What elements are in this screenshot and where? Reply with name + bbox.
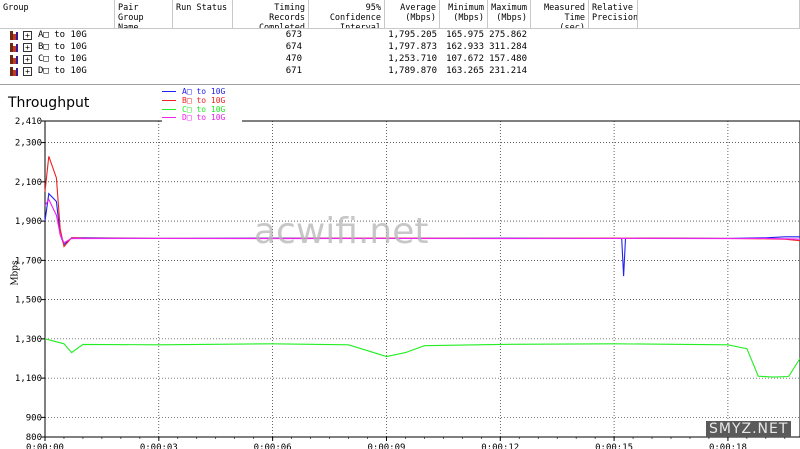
expand-icon[interactable]: +: [23, 55, 32, 64]
legend-swatch: [162, 99, 176, 101]
chart-legend: A□ to 10G B□ to 10G C□ to 10G D□ to 10G: [162, 86, 242, 122]
y-tick-label: 900: [26, 413, 42, 423]
group-name: D□ to 10G: [38, 66, 87, 76]
column-header[interactable]: Minimum (Mbps): [440, 0, 488, 29]
x-tick-label: 0:00:18: [709, 443, 747, 449]
column-header[interactable]: Run Status: [173, 0, 233, 29]
legend-item: C□ to 10G: [162, 105, 242, 114]
plot-area: [44, 120, 800, 438]
y-tick-label: 800: [26, 433, 42, 443]
legend-label: A□ to 10G: [182, 87, 226, 96]
legend-label: C□ to 10G: [182, 104, 226, 114]
column-header[interactable]: Relative Precision: [589, 0, 638, 29]
legend-item: B□ to 10G: [162, 96, 242, 105]
pair-group-icon: [10, 31, 18, 40]
maximum-value: 275.862: [489, 30, 527, 40]
legend-label: B□ to 10G: [182, 95, 226, 105]
y-tick-label: 2,410: [15, 117, 42, 127]
minimum-value: 163.265: [446, 66, 484, 76]
column-header[interactable]: Pair Group Name: [115, 0, 173, 29]
table-row[interactable]: + A□ to 10G 673 1,795.205 165.975 275.862: [0, 30, 800, 41]
x-tick-label: 0:00:12: [481, 443, 519, 449]
pair-group-icon: [10, 67, 18, 76]
x-tick-label: 0:00:06: [254, 443, 292, 449]
pair-group-icon: [10, 55, 18, 64]
y-tick-label: 1,900: [15, 217, 42, 227]
group-name: A□ to 10G: [38, 30, 87, 40]
x-tick-label: 0:00:09: [367, 443, 405, 449]
y-tick-label: 2,100: [15, 178, 42, 188]
legend-label: D□ to 10G: [182, 113, 226, 123]
y-tick-label: 1,500: [15, 296, 42, 306]
watermark-acwifi: acwifi.net: [254, 211, 429, 252]
average-value: 1,797.873: [388, 42, 437, 52]
throughput-chart: 8009001,1001,3001,5001,7001,9002,1002,30…: [15, 117, 800, 449]
results-table: Group Pair Group Name Run Status Timing Rec…: [0, 0, 800, 85]
minimum-value: 107.672: [446, 54, 484, 64]
header-filler: [638, 0, 800, 29]
watermark-smyz: SMYZ.NET: [706, 421, 792, 437]
maximum-value: 157.480: [489, 54, 527, 64]
average-value: 1,789.870: [388, 66, 437, 76]
minimum-value: 162.933: [446, 42, 484, 52]
y-tick-label: 2,300: [15, 139, 42, 149]
column-header[interactable]: Group: [0, 0, 115, 29]
minimum-value: 165.975: [446, 30, 484, 40]
table-row[interactable]: + B□ to 10G 674 1,797.873 162.933 311.284: [0, 42, 800, 53]
expand-icon[interactable]: +: [23, 43, 32, 52]
average-value: 1,253.710: [388, 54, 437, 64]
x-tick-label: 0:00:03: [140, 443, 178, 449]
legend-item: A□ to 10G: [162, 87, 242, 96]
expand-icon[interactable]: +: [23, 31, 32, 40]
timing-records: 674: [285, 42, 302, 52]
column-header[interactable]: Measured Time (sec): [531, 0, 589, 29]
table-row[interactable]: + D□ to 10G 671 1,789.870 163.265 231.214: [0, 66, 800, 77]
timing-records: 671: [285, 66, 302, 76]
y-tick-label: 1,300: [15, 335, 42, 345]
expand-icon[interactable]: +: [23, 67, 32, 76]
timing-records: 673: [285, 30, 302, 40]
column-header[interactable]: Average (Mbps): [385, 0, 440, 29]
maximum-value: 231.214: [489, 66, 527, 76]
maximum-value: 311.284: [489, 42, 527, 52]
legend-swatch: [162, 91, 176, 92]
legend-swatch: [162, 108, 176, 110]
legend-item: D□ to 10G: [162, 113, 242, 122]
pair-group-icon: [10, 43, 18, 52]
legend-swatch: [162, 117, 176, 119]
group-name: B□ to 10G: [38, 42, 87, 52]
y-axis-label: Mbps: [10, 260, 21, 286]
column-header[interactable]: Maximum (Mbps): [488, 0, 531, 29]
x-tick-label: 0:00:15: [595, 443, 633, 449]
y-tick-label: 1,100: [15, 374, 42, 384]
column-header[interactable]: Timing Records Completed: [233, 0, 309, 29]
table-row[interactable]: + C□ to 10G 470 1,253.710 107.672 157.480: [0, 54, 800, 65]
timing-records: 470: [285, 54, 302, 64]
average-value: 1,795.205: [388, 30, 437, 40]
x-tick-label: 0:00:00: [26, 443, 64, 449]
column-header[interactable]: 95% Confidence Interval: [309, 0, 385, 29]
group-name: C□ to 10G: [38, 54, 87, 64]
